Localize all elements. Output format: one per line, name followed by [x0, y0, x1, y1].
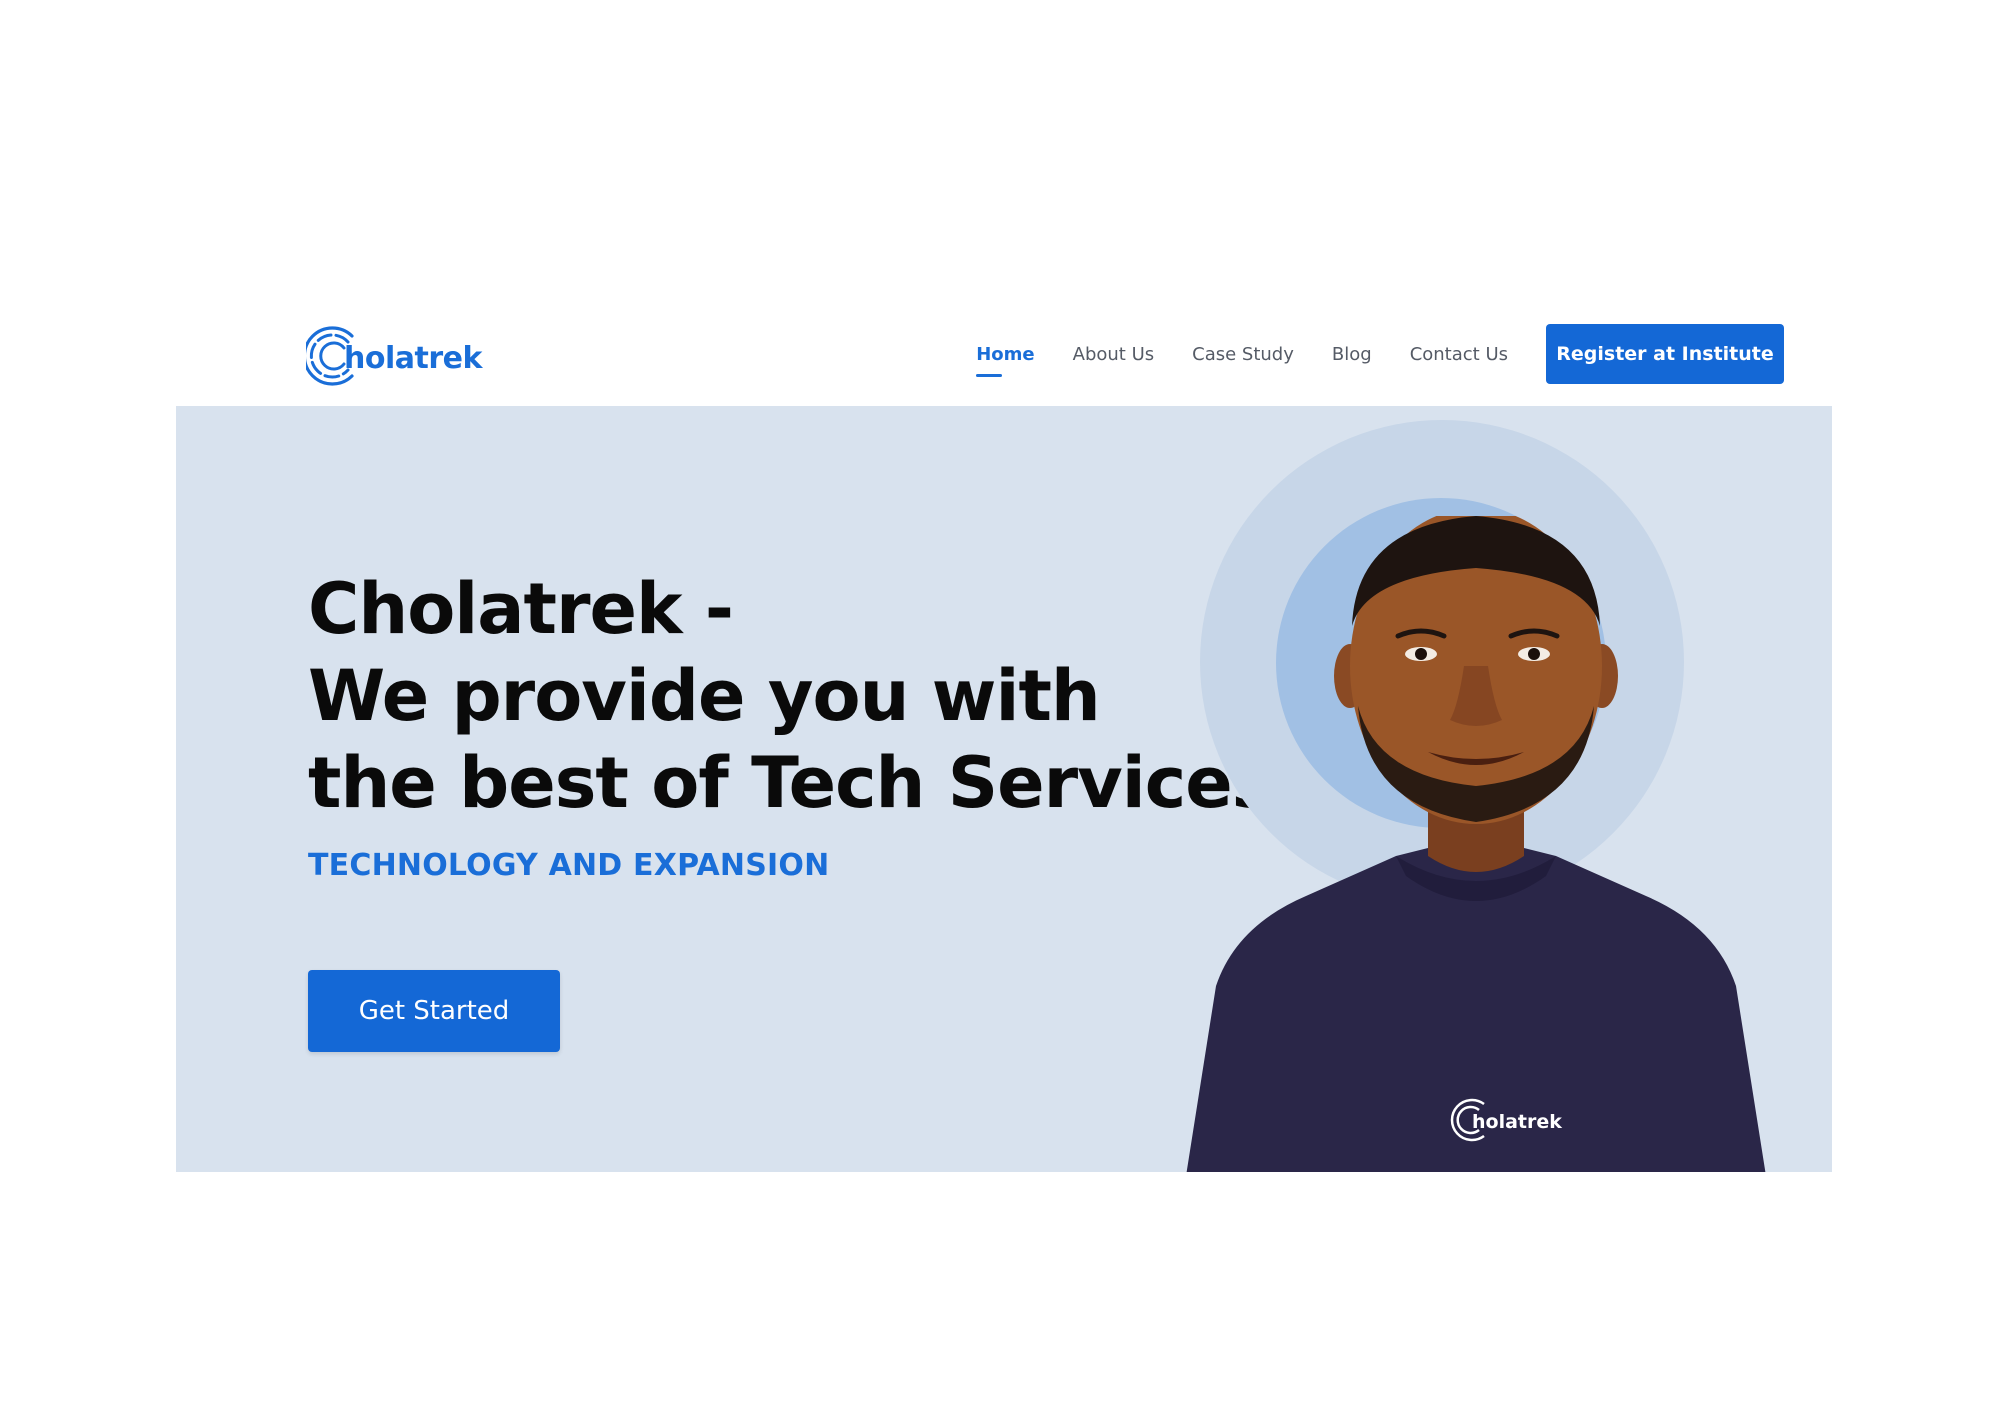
hero-portrait-image: holatrek — [1186, 516, 1766, 1172]
nav-blog[interactable]: Blog — [1332, 344, 1372, 365]
nav-about-us[interactable]: About Us — [1073, 344, 1155, 365]
nav-case-study-label: Case Study — [1192, 343, 1294, 365]
nav-home[interactable]: Home — [976, 343, 1035, 377]
hero-headline: Cholatrek - We provide you with the best… — [308, 566, 1273, 827]
nav-case-study[interactable]: Case Study — [1192, 344, 1294, 365]
active-indicator — [976, 373, 1003, 377]
nav-blog-label: Blog — [1331, 343, 1372, 365]
main-menu: Home About Us Case Study Blog Contact Us… — [976, 324, 1832, 384]
hero-section: Cholatrek - We provide you with the best… — [176, 406, 1832, 1172]
get-started-button[interactable]: Get Started — [308, 970, 560, 1052]
page: holatrek Home About Us Case Study Blog C… — [0, 0, 2000, 1414]
headline-line-3: the best of Tech Services — [308, 742, 1273, 824]
nav-contact-us-label: Contact Us — [1409, 343, 1508, 365]
nav-contact-us[interactable]: Contact Us — [1410, 344, 1508, 365]
headline-line-1: Cholatrek - — [308, 568, 734, 650]
concentric-c-logo-icon — [306, 324, 366, 388]
nav-home-label: Home — [976, 343, 1035, 365]
brand-logo[interactable]: holatrek — [306, 324, 482, 388]
hero-tagline: TECHNOLOGY AND EXPANSION — [308, 848, 830, 883]
nav-about-us-label: About Us — [1072, 343, 1155, 365]
shirt-logo-text: holatrek — [1472, 1111, 1562, 1133]
top-navbar: holatrek Home About Us Case Study Blog C… — [176, 300, 1832, 406]
register-button[interactable]: Register at Institute — [1546, 324, 1784, 384]
headline-line-2: We provide you with — [308, 655, 1101, 737]
